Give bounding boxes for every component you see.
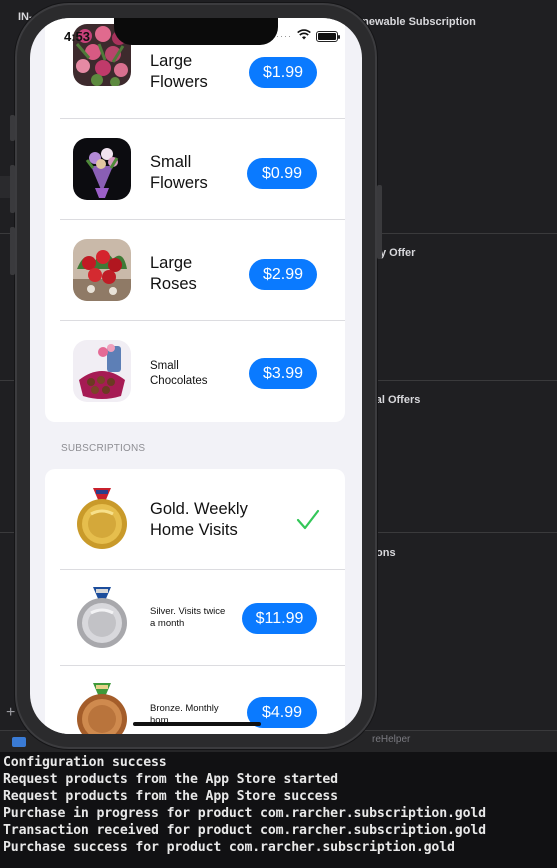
bg-label-introductory: ory Offer: [369, 247, 416, 259]
file-tab-label[interactable]: reHelper: [372, 734, 410, 745]
mute-switch: [10, 115, 15, 141]
power-button: [377, 185, 382, 259]
list-item[interactable]: Small Flowers $0.99: [45, 119, 345, 220]
iphone-simulator-frame: 4:53 ···· Large Flowers $1.99 Small Flow…: [10, 5, 382, 747]
bg-label-options: ions: [373, 547, 396, 559]
buy-button[interactable]: $3.99: [249, 358, 317, 389]
subscription-title: Silver. Visits twice a month: [150, 606, 226, 629]
console-line: Purchase success for product com.rarcher…: [3, 840, 455, 855]
buy-button[interactable]: $2.99: [249, 259, 317, 290]
product-title: Small Chocolates: [150, 360, 208, 387]
subscriptions-list: Gold. Weekly Home Visits Silver. Visits …: [45, 469, 345, 734]
console-line: Purchase in progress for product com.rar…: [3, 806, 486, 821]
console-line: Transaction received for product com.rar…: [3, 823, 486, 838]
buy-button[interactable]: $0.99: [247, 158, 317, 189]
wifi-icon: [297, 29, 311, 43]
gold-medal-icon: [73, 488, 131, 550]
section-header: SUBSCRIPTIONS: [61, 443, 146, 454]
products-list: Large Flowers $1.99 Small Flowers $0.99: [45, 18, 345, 422]
notch: [114, 18, 278, 45]
product-title: Small Flowers: [150, 153, 208, 192]
list-item[interactable]: Gold. Weekly Home Visits: [45, 469, 345, 570]
folder-icon[interactable]: [12, 737, 26, 747]
buy-button[interactable]: $11.99: [242, 603, 317, 634]
bronze-medal-icon: [73, 683, 131, 734]
bg-label-promotional: nal Offers: [369, 394, 421, 406]
buy-button[interactable]: $1.99: [249, 57, 317, 88]
bg-label-renewable: enewable Subscription: [356, 16, 476, 28]
list-item[interactable]: Large Roses $2.99: [45, 220, 345, 321]
large-roses-thumbnail: [73, 239, 131, 301]
list-item[interactable]: Silver. Visits twice a month $11.99: [45, 570, 345, 666]
signal-icon: ····: [276, 31, 292, 41]
volume-down-button: [10, 227, 15, 275]
volume-up-button: [10, 165, 15, 213]
home-indicator[interactable]: [133, 722, 261, 726]
list-item[interactable]: Small Chocolates $3.99: [45, 321, 345, 422]
status-time: 4:53: [64, 29, 91, 44]
phone-screen: 4:53 ···· Large Flowers $1.99 Small Flow…: [30, 18, 362, 734]
add-button[interactable]: +: [6, 704, 15, 722]
console-line: Request products from the App Store succ…: [3, 789, 338, 804]
small-flowers-thumbnail: [73, 138, 131, 200]
product-title: Large Roses: [150, 254, 197, 293]
product-title: Large Flowers: [150, 52, 208, 91]
silver-medal-icon: [73, 587, 131, 649]
checkmark-icon: [296, 509, 320, 530]
status-icons: ····: [276, 29, 340, 43]
small-chocolates-thumbnail: [73, 340, 131, 402]
battery-icon: [316, 30, 340, 42]
console-line: Configuration success: [3, 755, 167, 770]
debug-console[interactable]: Configuration success Request products f…: [0, 752, 557, 868]
subscription-title: Gold. Weekly Home Visits: [150, 500, 248, 539]
console-line: Request products from the App Store star…: [3, 772, 338, 787]
